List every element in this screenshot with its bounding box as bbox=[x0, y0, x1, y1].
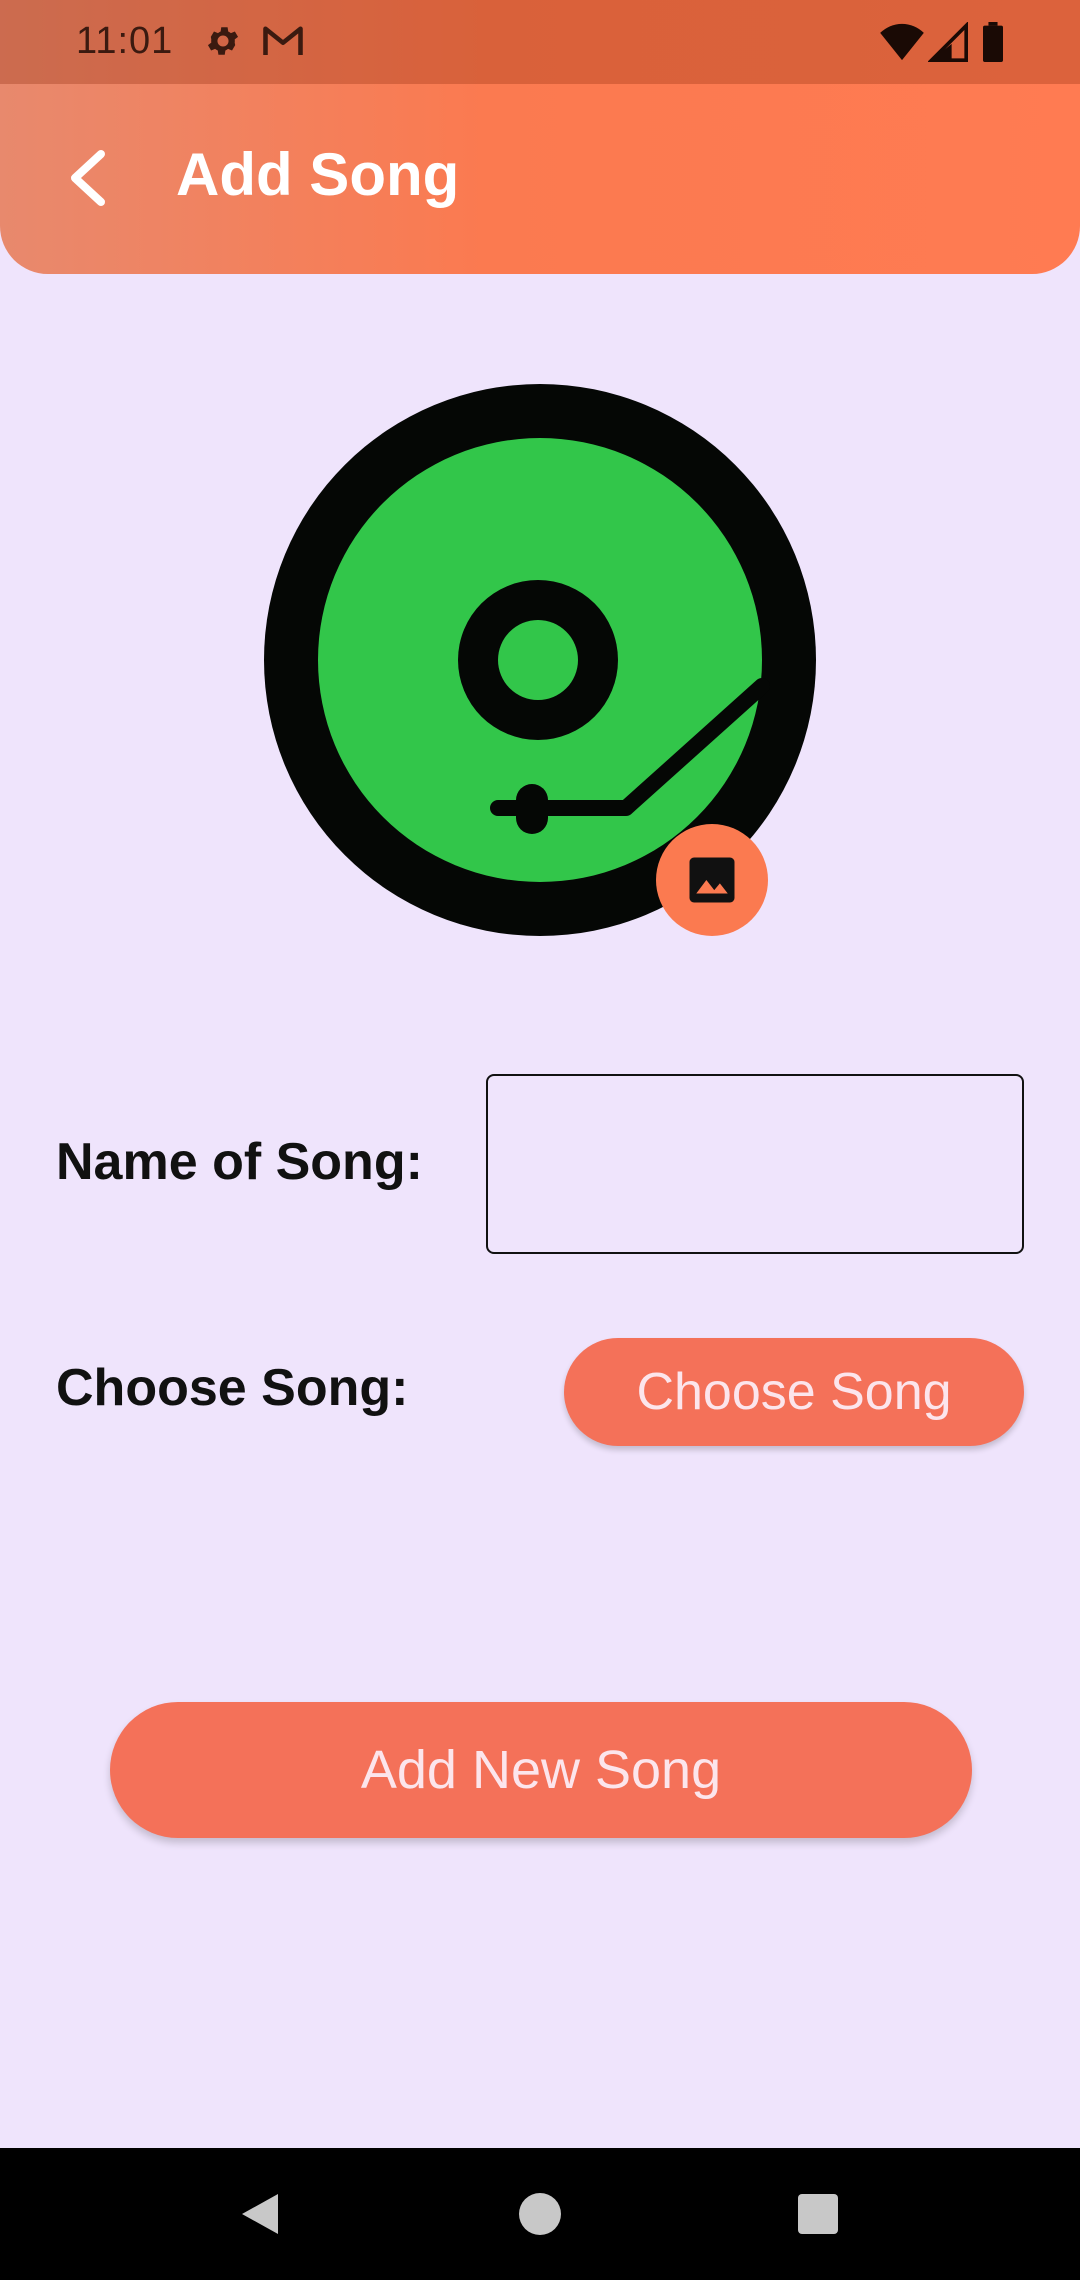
image-picker-button[interactable] bbox=[656, 824, 768, 936]
image-icon bbox=[689, 857, 735, 903]
add-new-song-button[interactable]: Add New Song bbox=[110, 1702, 972, 1838]
chevron-left-icon bbox=[71, 150, 105, 206]
gmail-icon bbox=[262, 22, 304, 65]
nav-home-button[interactable] bbox=[504, 2178, 576, 2250]
nav-back-button[interactable] bbox=[224, 2178, 296, 2250]
nav-back-icon bbox=[242, 2194, 278, 2234]
page-title: Add Song bbox=[176, 141, 460, 208]
nav-recents-icon bbox=[798, 2194, 838, 2234]
nav-recents-button[interactable] bbox=[782, 2178, 854, 2250]
wifi-icon bbox=[880, 22, 924, 67]
song-name-label: Name of Song: bbox=[56, 1133, 423, 1191]
navigation-bar bbox=[0, 2148, 1080, 2280]
nav-home-icon bbox=[519, 2193, 561, 2235]
album-art-container bbox=[264, 384, 816, 936]
song-name-input[interactable] bbox=[486, 1074, 1024, 1254]
signal-icon bbox=[927, 21, 968, 67]
status-bar: 11:01 bbox=[0, 0, 1080, 84]
status-time: 11:01 bbox=[76, 20, 174, 62]
gear-icon bbox=[204, 22, 242, 65]
top-app-bar: 11:01 Add Song bbox=[0, 0, 1080, 274]
choose-song-button[interactable]: Choose Song bbox=[564, 1338, 1024, 1446]
choose-song-label: Choose Song: bbox=[56, 1359, 409, 1417]
back-button[interactable] bbox=[52, 138, 122, 218]
battery-icon bbox=[980, 22, 1006, 67]
add-song-screen: 11:01 Add Song Name of Song: Choose Song… bbox=[0, 0, 1080, 2280]
